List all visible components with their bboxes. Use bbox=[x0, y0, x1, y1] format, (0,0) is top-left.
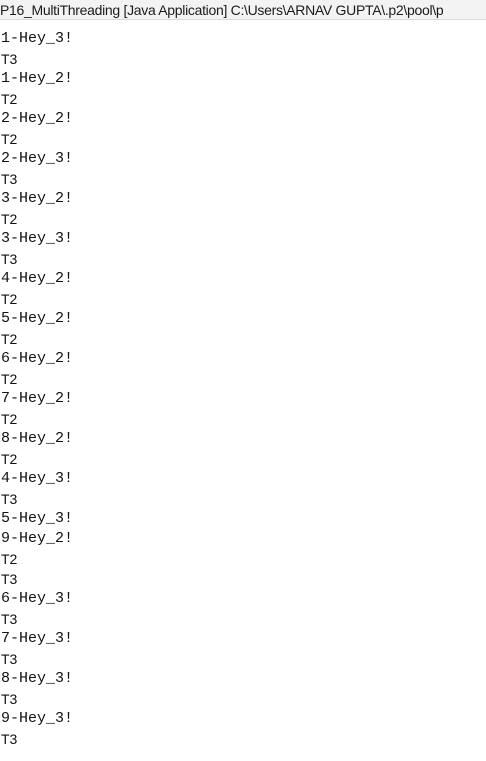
console-line: 3-Hey_3! bbox=[1, 230, 74, 247]
console-line: T2 bbox=[1, 91, 18, 107]
console-line: 8-Hey_3! bbox=[1, 670, 74, 687]
console-line: 8-Hey_2! bbox=[1, 430, 74, 447]
console-line: T3 bbox=[1, 51, 18, 67]
console-line: 1-Hey_3! bbox=[1, 30, 74, 47]
console-line: 6-Hey_2! bbox=[1, 350, 74, 367]
console-line: T3 bbox=[1, 171, 18, 187]
console-line: 5-Hey_2! bbox=[1, 310, 74, 327]
console-line: 3-Hey_2! bbox=[1, 190, 74, 207]
console-line: T3 bbox=[1, 651, 18, 667]
console-line: 2-Hey_3! bbox=[1, 150, 74, 167]
console-line: 2-Hey_2! bbox=[1, 110, 74, 127]
console-output[interactable]: 1-Hey_3! T3 1-Hey_2! T2 2-Hey_2! T2 2-He… bbox=[0, 29, 486, 749]
console-line: T2 bbox=[1, 131, 18, 147]
console-line: 5-Hey_3! bbox=[1, 510, 74, 527]
console-line: T2 bbox=[1, 331, 18, 347]
console-line: 1-Hey_2! bbox=[1, 70, 74, 87]
console-line: 9-Hey_3! bbox=[1, 710, 74, 727]
console-line: T2 bbox=[1, 291, 18, 307]
console-line: T3 bbox=[1, 251, 18, 267]
console-line: T3 bbox=[1, 611, 18, 627]
console-header: P16_MultiThreading [Java Application] C:… bbox=[0, 0, 486, 20]
console-line: T2 bbox=[1, 211, 18, 227]
console-line: 7-Hey_2! bbox=[1, 390, 74, 407]
console-line: 9-Hey_2! bbox=[1, 530, 74, 547]
console-line: T2 bbox=[1, 371, 18, 387]
console-line: T3 bbox=[1, 731, 18, 747]
console-line: T3 bbox=[1, 571, 18, 587]
console-line: T2 bbox=[1, 411, 18, 427]
console-line: T2 bbox=[1, 451, 18, 467]
console-line: T3 bbox=[1, 691, 18, 707]
console-line: 4-Hey_2! bbox=[1, 270, 74, 287]
console-line: T3 bbox=[1, 491, 18, 507]
console-line: 4-Hey_3! bbox=[1, 470, 74, 487]
console-title: P16_MultiThreading [Java Application] C:… bbox=[0, 2, 444, 18]
console-line: 6-Hey_3! bbox=[1, 590, 74, 607]
console-line: T2 bbox=[1, 551, 18, 567]
console-line: 7-Hey_3! bbox=[1, 630, 74, 647]
